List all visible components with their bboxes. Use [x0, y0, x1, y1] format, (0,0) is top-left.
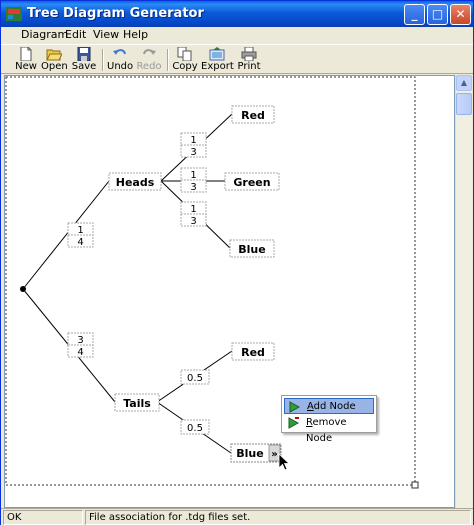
redo-arrow-icon	[143, 49, 156, 55]
remove-node-menu-item[interactable]: Remove Node	[284, 415, 374, 444]
remove-node-label: Remove Node	[306, 417, 347, 444]
undo-label: Undo	[107, 61, 134, 72]
new-button[interactable]: New	[14, 46, 38, 73]
save-disk-icon	[77, 47, 91, 61]
node-tails[interactable]: Tails	[114, 393, 160, 412]
prob-numerator: 1	[190, 170, 196, 181]
export-button[interactable]: Export	[201, 46, 234, 73]
menu-help[interactable]: Help	[121, 28, 150, 41]
resize-handle[interactable]	[411, 481, 419, 489]
maximize-button[interactable]: □	[427, 4, 448, 25]
context-menu: Add Node Remove Node	[281, 395, 377, 444]
prob-tails-blue[interactable]: 0.5	[180, 419, 210, 435]
root-node[interactable]	[20, 286, 26, 292]
node-tails-label: Tails	[123, 397, 151, 410]
save-button[interactable]: Save	[71, 46, 97, 73]
node-red-label: Red	[241, 109, 265, 122]
new-document-icon	[20, 47, 32, 61]
redo-label: Redo	[136, 61, 162, 72]
prob-root-heads[interactable]: 1 4	[67, 222, 94, 248]
prob-root-tails[interactable]: 3 4	[67, 332, 94, 358]
menu-edit[interactable]: Edit	[63, 28, 88, 41]
node-red-2[interactable]: Red	[231, 342, 275, 361]
printer-icon	[241, 47, 257, 61]
undo-button[interactable]: Undo	[107, 46, 133, 73]
close-button[interactable]: ✕	[450, 4, 471, 25]
window-title: Tree Diagram Generator	[27, 6, 204, 21]
node-heads-label: Heads	[116, 176, 155, 189]
prob-heads-blue[interactable]: 1 3	[180, 201, 207, 227]
status-state: OK	[3, 510, 83, 525]
diagram-canvas[interactable]: 1 4 3 4 1 3 1 3 1 3 0.5 0.5 Heads Tails …	[4, 75, 455, 508]
node-heads[interactable]: Heads	[108, 172, 162, 191]
undo-arrow-icon	[113, 49, 126, 55]
branch-root-heads	[22, 180, 110, 290]
expand-chevron-icon: »	[271, 449, 277, 460]
prob-numerator: 1	[190, 135, 196, 146]
scroll-thumb[interactable]	[456, 93, 472, 115]
redo-button[interactable]: Redo	[136, 46, 162, 73]
node-red-1[interactable]: Red	[231, 105, 275, 124]
prob-numerator: 1	[77, 225, 83, 236]
export-label: Export	[201, 61, 234, 72]
prob-heads-green[interactable]: 1 3	[180, 167, 207, 193]
node-blue-1[interactable]: Blue	[229, 239, 275, 258]
open-button[interactable]: Open	[41, 46, 68, 73]
prob-denominator: 3	[190, 182, 196, 193]
add-node-menu-item[interactable]: Add Node	[284, 398, 374, 414]
prob-tails-red[interactable]: 0.5	[180, 369, 210, 385]
node-blue-2-selected[interactable]: Blue »	[230, 443, 282, 463]
title-bar[interactable]: Tree Diagram Generator _ □ ✕	[1, 1, 473, 27]
prob-numerator: 3	[77, 335, 83, 346]
tree-diagram: 1 4 3 4 1 3 1 3 1 3 0.5 0.5 Heads Tails …	[5, 76, 419, 489]
prob-heads-red[interactable]: 1 3	[180, 132, 207, 158]
minimize-button[interactable]: _	[404, 4, 425, 25]
menu-bar: Diagram Edit View Help	[1, 27, 473, 44]
status-message: File association for .tdg files set.	[85, 510, 471, 525]
prob-value: 0.5	[187, 373, 203, 384]
node-blue-label: Blue	[238, 243, 265, 256]
open-label: Open	[41, 61, 68, 72]
app-window: Tree Diagram Generator _ □ ✕ Diagram Edi…	[0, 0, 474, 525]
add-node-label: Add Node	[307, 401, 356, 412]
prob-denominator: 3	[190, 147, 196, 158]
scroll-up-button[interactable]: ▲	[456, 75, 472, 91]
menu-view[interactable]: View	[91, 28, 121, 41]
node-green-label: Green	[233, 176, 270, 189]
toolbar-separator	[167, 49, 169, 71]
prob-value: 0.5	[187, 423, 203, 434]
play-arrow-remove-icon	[288, 417, 299, 429]
status-bar: OK File association for .tdg files set.	[1, 508, 473, 525]
toolbar-separator	[102, 49, 104, 71]
prob-denominator: 4	[77, 347, 83, 358]
prob-denominator: 3	[190, 216, 196, 227]
prob-denominator: 4	[77, 237, 83, 248]
copy-label: Copy	[172, 61, 198, 72]
save-label: Save	[71, 61, 97, 72]
prob-numerator: 1	[190, 204, 196, 215]
app-icon	[6, 7, 22, 21]
node-green[interactable]: Green	[224, 172, 280, 191]
toolbar: New Open Save Undo Redo Copy Export Prin…	[1, 44, 473, 74]
copy-button[interactable]: Copy	[172, 46, 198, 73]
export-icon	[209, 47, 225, 61]
open-folder-icon	[46, 49, 62, 61]
print-button[interactable]: Print	[236, 46, 262, 73]
print-label: Print	[237, 61, 261, 72]
copy-icon	[177, 47, 192, 61]
node-red-label: Red	[241, 346, 265, 359]
new-label: New	[15, 61, 37, 72]
play-arrow-icon	[289, 401, 300, 413]
vertical-scrollbar[interactable]: ▲	[455, 75, 472, 508]
mouse-cursor-icon	[278, 453, 291, 471]
node-blue-label: Blue	[236, 447, 263, 460]
